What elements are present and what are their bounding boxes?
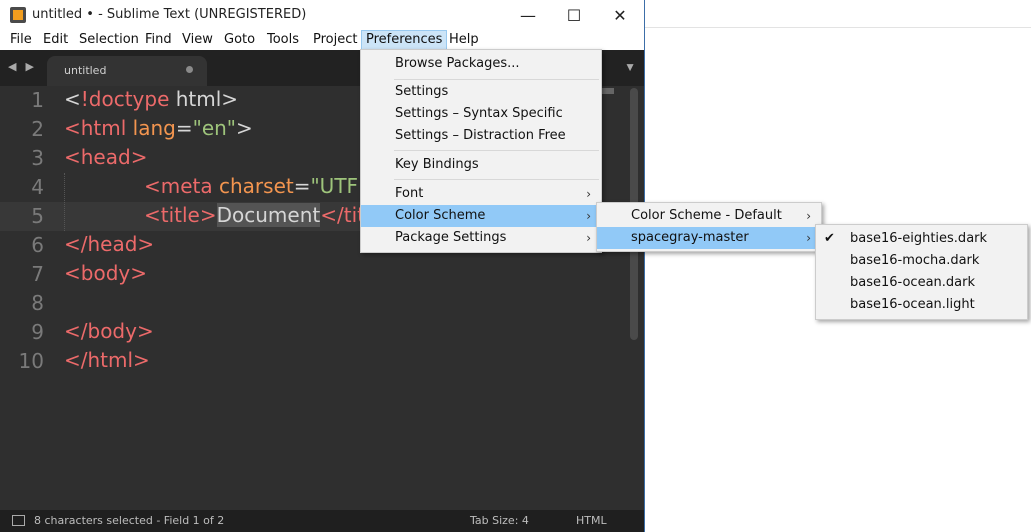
- chevron-right-icon: ›: [586, 209, 591, 223]
- maximize-button[interactable]: ☐: [551, 0, 597, 30]
- menu-item-browse-packages[interactable]: Browse Packages...: [361, 53, 601, 75]
- preferences-menu: Browse Packages... Settings Settings – S…: [360, 49, 602, 253]
- menu-preferences[interactable]: Preferences: [361, 30, 448, 50]
- code-line: 9 </body>: [0, 318, 630, 347]
- menu-goto[interactable]: Goto: [220, 30, 259, 50]
- menu-file[interactable]: File: [6, 30, 36, 50]
- chevron-right-icon: ›: [586, 187, 591, 201]
- status-selection: 8 characters selected - Field 1 of 2: [34, 514, 225, 527]
- menu-item-color-scheme-default[interactable]: Color Scheme - Default ›: [597, 205, 821, 227]
- menu-item-base16-mocha-dark[interactable]: base16-mocha.dark: [816, 250, 1027, 272]
- menu-item-settings-syntax[interactable]: Settings – Syntax Specific: [361, 103, 601, 125]
- line-number: 10: [18, 349, 44, 373]
- menu-item-settings[interactable]: Settings: [361, 81, 601, 103]
- menu-item-base16-ocean-dark[interactable]: base16-ocean.dark: [816, 272, 1027, 294]
- menu-item-font[interactable]: Font ›: [361, 183, 601, 205]
- panel-toggle-icon[interactable]: [12, 515, 25, 526]
- tab-size-button[interactable]: Tab Size: 4: [470, 514, 529, 527]
- menu-separator: [394, 179, 599, 180]
- sublime-app-icon: [10, 7, 26, 23]
- menu-item-settings-distraction[interactable]: Settings – Distraction Free: [361, 125, 601, 147]
- menu-separator: [394, 150, 599, 151]
- tab-untitled[interactable]: untitled: [47, 56, 207, 86]
- menu-selection[interactable]: Selection: [75, 30, 143, 50]
- menu-item-base16-eighties-dark[interactable]: ✔ base16-eighties.dark: [816, 228, 1027, 250]
- line-number: 1: [31, 88, 44, 112]
- line-number: 9: [31, 320, 44, 344]
- chevron-right-icon: ›: [586, 231, 591, 245]
- chevron-right-icon: ›: [806, 209, 811, 223]
- menu-tools[interactable]: Tools: [263, 30, 303, 50]
- line-number: 2: [31, 117, 44, 141]
- color-scheme-submenu: Color Scheme - Default › spacegray-master…: [596, 202, 822, 252]
- tab-nav-arrows-icon[interactable]: ◀ ▶: [8, 60, 37, 73]
- menu-item-color-scheme[interactable]: Color Scheme ›: [361, 205, 601, 227]
- menu-item-base16-ocean-light[interactable]: base16-ocean.light: [816, 294, 1027, 316]
- status-bar: 8 characters selected - Field 1 of 2 Tab…: [0, 510, 644, 532]
- tab-dropdown-icon[interactable]: ▼: [624, 60, 636, 74]
- code-line: 7 <body>: [0, 260, 630, 289]
- menu-project[interactable]: Project: [309, 30, 361, 50]
- line-number: 7: [31, 262, 44, 286]
- chevron-right-icon: ›: [806, 231, 811, 245]
- close-button[interactable]: ✕: [597, 0, 643, 30]
- line-number: 6: [31, 233, 44, 257]
- code-line: 10 </html>: [0, 347, 630, 376]
- menu-help[interactable]: Help: [445, 30, 483, 50]
- window-title: untitled • - Sublime Text (UNREGISTERED): [32, 7, 307, 22]
- title-bar: untitled • - Sublime Text (UNREGISTERED)…: [0, 0, 644, 30]
- menu-view[interactable]: View: [178, 30, 217, 50]
- menu-item-key-bindings[interactable]: Key Bindings: [361, 154, 601, 176]
- checkmark-icon: ✔: [824, 231, 835, 246]
- unsaved-dot-icon[interactable]: [186, 66, 193, 73]
- spacegray-submenu: ✔ base16-eighties.dark base16-mocha.dark …: [815, 224, 1028, 320]
- line-number: 5: [31, 204, 44, 228]
- indent-guide: [64, 173, 66, 231]
- minimize-button[interactable]: —: [505, 0, 551, 30]
- line-number: 8: [31, 291, 44, 315]
- menu-find[interactable]: Find: [141, 30, 176, 50]
- selected-text: Document: [216, 203, 321, 227]
- minimap[interactable]: [600, 88, 614, 94]
- code-line: 8: [0, 289, 630, 318]
- menu-edit[interactable]: Edit: [39, 30, 72, 50]
- tab-label: untitled: [64, 64, 107, 77]
- line-number: 4: [31, 175, 44, 199]
- line-number: 3: [31, 146, 44, 170]
- background-window-edge: [644, 27, 1031, 28]
- menu-item-spacegray-master[interactable]: spacegray-master ›: [597, 227, 821, 249]
- menu-separator: [394, 79, 599, 80]
- syntax-button[interactable]: HTML: [576, 514, 607, 527]
- menu-item-package-settings[interactable]: Package Settings ›: [361, 227, 601, 249]
- menu-bar: File Edit Selection Find View Goto Tools…: [0, 30, 644, 50]
